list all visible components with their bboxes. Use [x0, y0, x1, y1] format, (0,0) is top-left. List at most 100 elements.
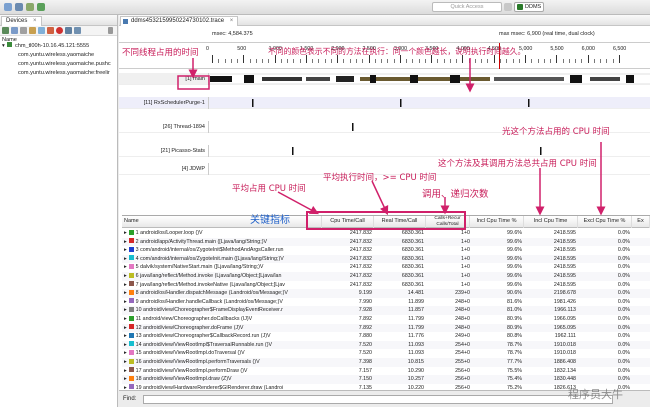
timeline-minor-tick	[412, 59, 414, 63]
expand-icon[interactable]: ▸	[124, 239, 127, 245]
method-color-swatch	[128, 324, 134, 330]
cell-incl-pct: 99.6%	[506, 230, 522, 236]
table-row[interactable]: ▸ 5 dalvik/system/NativeStart.main ([Ljav…	[122, 263, 650, 272]
cell-excl-pct: 0.0%	[617, 255, 630, 262]
table-row[interactable]: ▸ 16 android/view/ViewRootImpl.performTra…	[122, 358, 650, 367]
expand-icon[interactable]: ▸	[124, 325, 127, 331]
gc-icon[interactable]	[29, 27, 36, 34]
expand-icon[interactable]: ▸	[124, 316, 127, 322]
tab-trace-file[interactable]: ddms4532159950224730102.trace ×	[120, 16, 239, 26]
ddms-perspective-button[interactable]: DDMS	[514, 2, 544, 12]
timeline-minor-tick	[443, 59, 445, 63]
find-input[interactable]	[143, 395, 613, 404]
process-row[interactable]: com.yuntu.wireless.yaomaiche.pushc	[0, 60, 117, 69]
expand-icon[interactable]: ▸	[124, 342, 127, 348]
new-icon[interactable]	[4, 3, 12, 11]
cell-incl: 1966.113	[554, 307, 576, 314]
table-row[interactable]: ▸ 17 android/view/ViewRootImpl.performDra…	[122, 367, 650, 376]
table-row[interactable]: ▸ 6 java/lang/reflect/Method.invoke (Ljav…	[122, 272, 650, 281]
debug-icon[interactable]	[26, 3, 34, 11]
method-name: 1 android/os/Looper.loop ()V	[135, 230, 203, 236]
save-icon[interactable]	[15, 3, 23, 11]
close-icon[interactable]: ×	[33, 18, 37, 24]
timeline-minor-tick	[500, 59, 501, 63]
cell-real-call: 11.799	[408, 316, 424, 322]
process-row[interactable]: com.yuntu.wireless.yaomaiche	[0, 51, 117, 60]
table-row[interactable]: ▸ 14 android/view/ViewRootImpl$TraversalR…	[122, 340, 650, 350]
expand-icon[interactable]: ▾	[2, 43, 5, 49]
col-incl-cpu-pct[interactable]: Incl Cpu Time %	[470, 216, 524, 228]
expand-icon[interactable]: ▸	[124, 264, 127, 270]
expand-icon[interactable]: ▸	[124, 359, 127, 365]
expand-icon[interactable]: ▸	[124, 230, 127, 236]
thread-row-rxscheduler[interactable]: [11] RxSchedulerPurge-1	[119, 97, 650, 109]
view-menu-icon[interactable]	[108, 27, 113, 34]
run-icon[interactable]	[37, 3, 45, 11]
table-row[interactable]: ▸ 1 android/os/Looper.loop ()V 2417.832 683…	[122, 229, 650, 238]
screen-capture-icon[interactable]	[65, 27, 72, 34]
cell-calls: 248+0	[455, 298, 470, 305]
col-excl-cpu-time[interactable]: Ex	[632, 216, 650, 228]
table-row[interactable]: ▸ 8 android/os/Handler.dispatchMessage (L…	[122, 289, 650, 298]
timeline-minor-tick	[218, 59, 220, 63]
timeline-minor-tick	[324, 59, 326, 63]
table-row[interactable]: ▸ 11 android/view/Choreographer.doCallbac…	[122, 315, 650, 324]
expand-icon[interactable]: ▸	[124, 350, 127, 356]
cell-real-call: 6830.361	[401, 247, 424, 254]
cell-excl-pct: 0.0%	[617, 247, 630, 254]
table-row[interactable]: ▸ 4 com/android/internal/os/ZygoteInit.ma…	[122, 254, 650, 264]
thread-timeline[interactable]: [1] main [11] RxSchedulerPurge-1 [26] Th…	[119, 69, 650, 224]
col-name[interactable]: Name	[122, 216, 322, 228]
process-row[interactable]: com.yuntu.wireless.yaomaiche:freelir	[0, 69, 117, 78]
update-heap-icon[interactable]	[11, 27, 18, 34]
table-row[interactable]: ▸ 10 android/view/Choreographer$FrameDisp…	[122, 306, 650, 315]
expand-icon[interactable]: ▸	[124, 376, 127, 382]
table-row[interactable]: ▸ 7 java/lang/reflect/Method.invokeNative…	[122, 281, 650, 290]
expand-icon[interactable]: ▸	[124, 290, 127, 296]
device-row[interactable]: ▾ chm_tl00h-10.16.45.121:5555	[0, 42, 117, 51]
col-incl-cpu-time[interactable]: Incl Cpu Time	[524, 216, 578, 228]
expand-icon[interactable]: ▸	[124, 247, 127, 253]
cell-incl: 2418.595	[553, 255, 576, 262]
col-calls[interactable]: Calls+Recur Calls/Total	[426, 216, 470, 228]
tab-devices[interactable]: Devices ×	[1, 16, 42, 26]
expand-icon[interactable]: ▸	[124, 307, 127, 313]
table-row[interactable]: ▸ 12 android/view/Choreographer.doFrame (…	[122, 323, 650, 333]
systrace-icon[interactable]	[74, 27, 81, 34]
timeline-minor-tick	[262, 59, 264, 63]
update-threads-icon[interactable]	[38, 27, 45, 34]
cell-calls: 256+0	[455, 376, 470, 383]
timeline-minor-tick	[600, 59, 602, 63]
timeline-minor-tick	[293, 59, 295, 63]
thread-row-main[interactable]: [1] main	[119, 73, 650, 85]
table-row[interactable]: ▸ 13 android/view/Choreographer$CallbackR…	[122, 332, 650, 341]
expand-icon[interactable]: ▸	[124, 299, 127, 305]
expand-icon[interactable]: ▸	[124, 273, 127, 279]
method-name-cell: ▸ 17 android/view/ViewRootImpl.performDra…	[124, 367, 320, 376]
stop-process-icon[interactable]	[56, 27, 63, 34]
table-row[interactable]: ▸ 15 android/view/ViewRootImpl.doTraversa…	[122, 349, 650, 358]
find-label: Find:	[123, 396, 137, 402]
close-icon[interactable]: ×	[230, 18, 234, 24]
col-cpu-time-call[interactable]: Cpu Time/Call	[322, 216, 374, 228]
thread-row-picasso-stats[interactable]: [21] Picasso-Stats	[119, 145, 650, 157]
table-row[interactable]: ▸ 18 android/view/ViewRootImpl.draw (Z)V 7…	[122, 375, 650, 384]
col-excl-cpu-pct[interactable]: Excl Cpu Time %	[578, 216, 632, 228]
quick-access-input[interactable]: Quick Access	[432, 2, 502, 12]
table-row[interactable]: ▸ 2 android/app/ActivityThread.main ([Lja…	[122, 237, 650, 247]
open-perspective-icon[interactable]	[504, 3, 512, 11]
expand-icon[interactable]: ▸	[124, 333, 127, 339]
cell-incl-pct: 78.7%	[506, 341, 522, 348]
expand-icon[interactable]: ▸	[124, 282, 127, 288]
timeline-minor-tick	[550, 59, 552, 63]
cell-incl: 2198.678	[553, 290, 576, 297]
expand-icon[interactable]: ▸	[124, 368, 127, 374]
table-row[interactable]: ▸ 3 com/android/internal/os/ZygoteInit$Me…	[122, 246, 650, 255]
col-real-time-call[interactable]: Real Time/Call	[374, 216, 426, 228]
expand-icon[interactable]: ▸	[124, 256, 127, 262]
method-profiling-icon[interactable]	[47, 27, 54, 34]
cell-incl-pct: 80.9%	[506, 316, 522, 322]
dump-hprof-icon[interactable]	[20, 27, 27, 34]
debug-process-icon[interactable]	[2, 27, 9, 34]
table-row[interactable]: ▸ 9 android/os/Handler.handleCallback (La…	[122, 298, 650, 307]
